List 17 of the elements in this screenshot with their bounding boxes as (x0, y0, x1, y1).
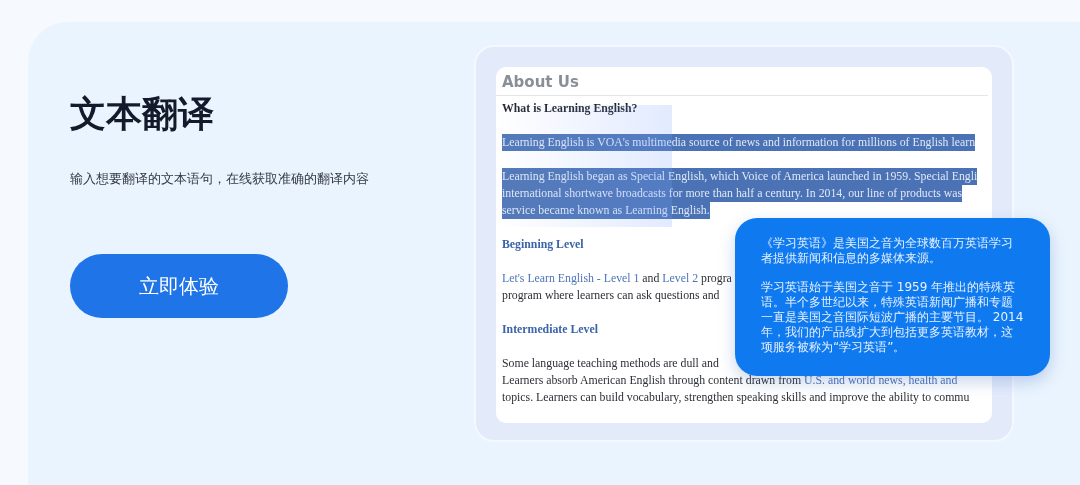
try-now-button[interactable]: 立即体验 (70, 254, 288, 318)
text-line: Learners absorb American English through content drawn from U.S. and world news, health and (502, 372, 958, 389)
section-heading: Beginning Level (502, 236, 584, 253)
link[interactable]: U.S. and world news, health and (804, 373, 958, 387)
text-line: program where learners can ask questions and (502, 287, 720, 304)
feature-description: 输入想要翻译的文本语句，在线获取准确的翻译内容 (70, 170, 369, 188)
document-title: About Us (496, 67, 988, 96)
translation-text: 《学习英语》是美国之音为全球数百万英语学习者提供新闻和信息的多媒体来源。 (761, 236, 1014, 266)
question-heading: What is Learning English? (502, 100, 638, 117)
link[interactable]: Let's Learn English - Level 1 (502, 271, 640, 285)
link[interactable]: Level 2 (662, 271, 699, 285)
text-line: Let's Learn English - Level 1 and Level 2 progra (502, 270, 732, 287)
translation-text: 学习英语始于美国之音于 1959 年推出的特殊英语。半个多世纪以来，特殊英语新闻广播和专题一直是美国之音国际短波广播的主要节目。 2014年，我们的产品线扩大到包括更多英语教材，这项服务被称为“学习英语”。 (761, 280, 1024, 355)
text-line: Some language teaching methods are dull and (502, 355, 719, 372)
feature-title: 文本翻译 (70, 92, 214, 136)
text-line: topics. Learners can build vocabulary, strengthen speaking skills and improve the ability to commu (502, 389, 970, 406)
section-heading: Intermediate Level (502, 321, 598, 338)
